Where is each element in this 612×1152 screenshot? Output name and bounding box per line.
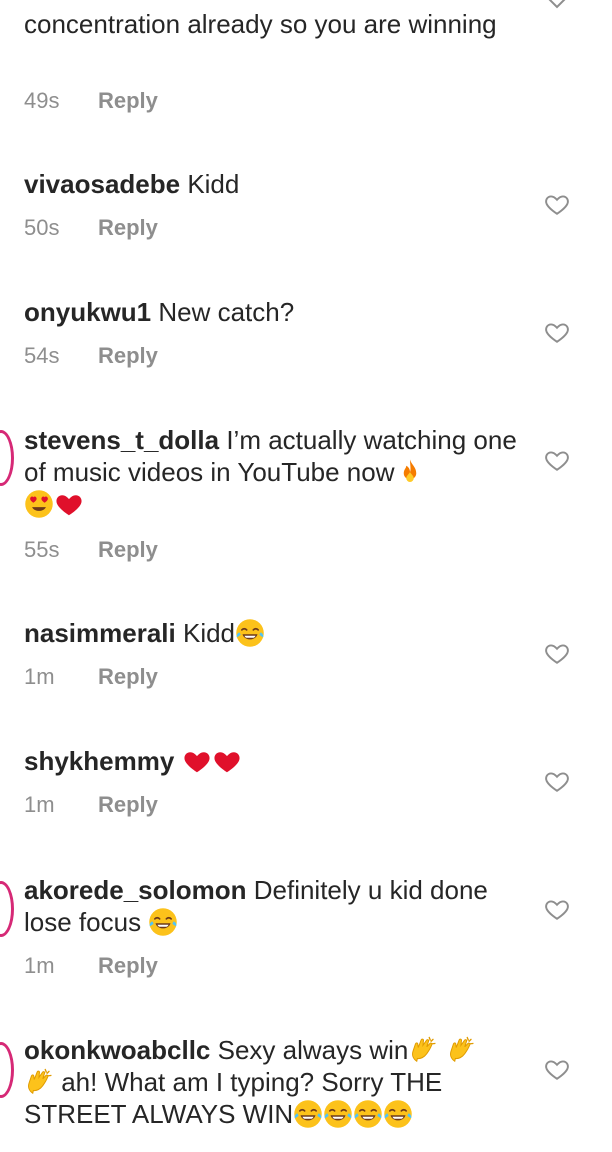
comment-username[interactable]: akorede_solomon xyxy=(24,875,247,905)
comment-meta: 1m Reply xyxy=(24,951,158,981)
comment-meta: 1m Reply xyxy=(24,790,158,820)
comment-time: 55s xyxy=(24,537,60,562)
reply-button[interactable]: Reply xyxy=(98,215,158,240)
comment-body: Kidd xyxy=(175,618,236,648)
comment-body xyxy=(174,746,181,776)
comment-time: 49s xyxy=(24,88,60,113)
like-heart-icon[interactable] xyxy=(543,640,571,666)
comment-username[interactable]: shykhemmy xyxy=(24,746,174,776)
joy-emoji-icon xyxy=(323,1099,353,1129)
comment-username[interactable]: okonkwoabcllc xyxy=(24,1035,210,1065)
reply-button[interactable]: Reply xyxy=(98,537,158,562)
reply-button[interactable]: Reply xyxy=(98,343,158,368)
comment-username[interactable]: stevens_t_dolla xyxy=(24,425,219,455)
comment-username[interactable]: nasimmerali xyxy=(24,618,176,648)
like-heart-icon[interactable] xyxy=(543,191,571,217)
heart-eyes-emoji-icon xyxy=(24,489,54,519)
comment-body: Kidd xyxy=(180,169,240,199)
comment-username[interactable]: onyukwu1 xyxy=(24,297,151,327)
clapping-hands-emoji-icon xyxy=(446,1035,476,1065)
joy-emoji-icon xyxy=(235,618,265,648)
joy-emoji-icon xyxy=(383,1099,413,1129)
comment-text: okonkwoabcllc Sexy always win ah! What a… xyxy=(24,1034,519,1130)
comment-meta: 54s Reply xyxy=(24,341,158,371)
comment-text: stevens_t_dolla I’m actually watching on… xyxy=(24,424,519,520)
comment-text: vivaosadebe Kidd xyxy=(24,168,524,200)
reply-button[interactable]: Reply xyxy=(98,792,158,817)
comment-time: 1m xyxy=(24,664,55,689)
like-heart-icon[interactable] xyxy=(543,896,571,922)
comment-meta: 55s Reply xyxy=(24,535,158,565)
red-heart-emoji-icon xyxy=(212,746,242,776)
comment-meta: 50s Reply xyxy=(24,213,158,243)
story-ring-avatar[interactable] xyxy=(0,430,14,486)
like-heart-icon[interactable] xyxy=(543,447,571,473)
comment-text: onyukwu1 New catch? xyxy=(24,296,524,328)
comment-body: Sexy always win xyxy=(210,1035,409,1065)
clapping-hands-emoji-icon xyxy=(408,1035,438,1065)
story-ring-avatar[interactable] xyxy=(0,881,14,937)
comment-time: 54s xyxy=(24,343,60,368)
comment-time: 50s xyxy=(24,215,60,240)
comment-body: New catch? xyxy=(151,297,295,327)
comment-meta: 1m Reply xyxy=(24,662,158,692)
comment-time: 1m xyxy=(24,792,55,817)
comment-text: akorede_solomon Definitely u kid done lo… xyxy=(24,874,519,938)
joy-emoji-icon xyxy=(293,1099,323,1129)
story-ring-avatar[interactable] xyxy=(0,1042,14,1098)
reply-button[interactable]: Reply xyxy=(98,88,158,113)
reply-button[interactable]: Reply xyxy=(98,664,158,689)
joy-emoji-icon xyxy=(148,907,178,937)
like-heart-icon[interactable] xyxy=(543,319,571,345)
joy-emoji-icon xyxy=(353,1099,383,1129)
fire-emoji-icon xyxy=(395,457,425,487)
comment-text: concentration already so you are winning xyxy=(24,8,524,40)
comment-body: concentration already so you are winning xyxy=(24,9,497,39)
like-heart-icon[interactable] xyxy=(543,768,571,794)
clapping-hands-emoji-icon xyxy=(24,1067,54,1097)
red-heart-emoji-icon xyxy=(182,746,212,776)
red-heart-emoji-icon xyxy=(54,489,84,519)
comment-time: 1m xyxy=(24,953,55,978)
comment-meta: 49s Reply xyxy=(24,86,158,116)
comment-text: shykhemmy xyxy=(24,745,524,777)
comment-username[interactable]: vivaosadebe xyxy=(24,169,180,199)
like-heart-icon[interactable] xyxy=(543,1056,571,1082)
reply-button[interactable]: Reply xyxy=(98,953,158,978)
chevron-down-icon[interactable] xyxy=(543,0,571,10)
comment-text: nasimmerali Kidd xyxy=(24,617,524,649)
